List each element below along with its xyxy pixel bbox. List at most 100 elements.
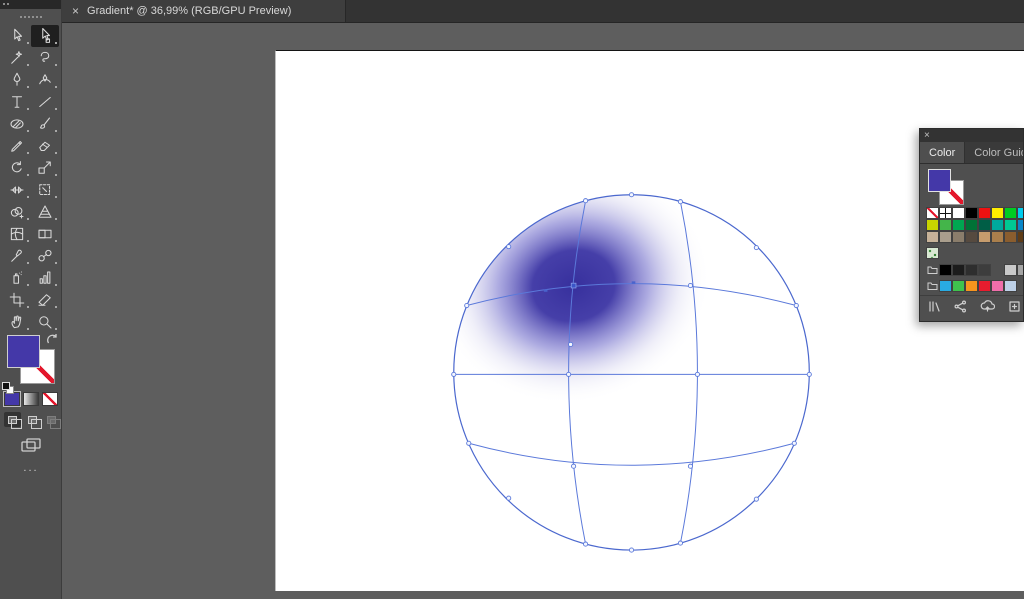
swatch-color[interactable]	[978, 280, 991, 292]
swatch-color[interactable]	[1017, 231, 1024, 243]
tab-color[interactable]: Color	[920, 142, 965, 163]
swatch-color[interactable]	[939, 280, 952, 292]
swatch-color[interactable]	[952, 264, 965, 276]
swatch-color[interactable]	[965, 207, 978, 219]
swatch-color[interactable]	[991, 219, 1004, 231]
swatch-color[interactable]	[991, 280, 1004, 292]
swatch-color[interactable]	[991, 207, 1004, 219]
shaper-tool[interactable]	[3, 135, 31, 157]
draw-inside-button[interactable]	[43, 412, 60, 427]
swatch-color[interactable]	[926, 231, 939, 243]
swatch-color[interactable]	[965, 280, 978, 292]
panel-footer	[920, 295, 1023, 321]
blend-tool[interactable]	[31, 245, 59, 267]
symbol-sprayer-tool[interactable]	[3, 267, 31, 289]
gradient-mode-button[interactable]	[23, 392, 39, 406]
close-tab-icon[interactable]: ×	[72, 5, 79, 17]
swatch-color[interactable]	[965, 231, 978, 243]
swatch-color[interactable]	[939, 231, 952, 243]
width-tool[interactable]	[3, 179, 31, 201]
tab-color-guide[interactable]: Color Guide	[965, 142, 1024, 163]
pen-tool[interactable]	[3, 69, 31, 91]
swatch-color[interactable]	[952, 280, 965, 292]
draw-behind-button[interactable]	[24, 412, 41, 427]
toolbar-dock-strip[interactable]	[0, 0, 61, 9]
add-to-library-icon[interactable]	[980, 300, 995, 318]
shape-builder-tool[interactable]	[3, 201, 31, 223]
swatch-color[interactable]	[991, 231, 1004, 243]
selection-tool[interactable]	[3, 25, 31, 47]
curvature-tool[interactable]	[31, 69, 59, 91]
swatches-panel: × Color Color Guide	[919, 128, 1024, 322]
rotate-tool[interactable]	[3, 157, 31, 179]
edit-toolbar-button[interactable]: ...	[0, 462, 62, 474]
swatch-color[interactable]	[965, 219, 978, 231]
line-segment-tool[interactable]	[31, 91, 59, 113]
color-group-folder-icon[interactable]	[926, 264, 939, 276]
gradient-tool[interactable]	[31, 223, 59, 245]
document-tab-title: Gradient* @ 36,99% (RGB/GPU Preview)	[87, 5, 291, 17]
slice-tool[interactable]	[31, 289, 59, 311]
swatch-color[interactable]	[926, 219, 939, 231]
panel-fill-swatch[interactable]	[928, 169, 951, 192]
swatch-color[interactable]	[1004, 207, 1017, 219]
swap-fill-stroke-icon[interactable]	[46, 333, 59, 346]
drawing-mode-buttons	[4, 412, 60, 427]
swatch-color[interactable]	[1004, 219, 1017, 231]
none-mode-button[interactable]	[42, 392, 58, 406]
paintbrush-tool[interactable]	[31, 113, 59, 135]
ellipse-tool[interactable]	[3, 113, 31, 135]
panel-fill-stroke-proxy	[920, 164, 1023, 206]
document-tab-bar: × Gradient* @ 36,99% (RGB/GPU Preview)	[62, 0, 1024, 23]
artboard[interactable]	[275, 50, 1024, 591]
perspective-grid-tool[interactable]	[31, 201, 59, 223]
color-group-folder-icon[interactable]	[926, 280, 939, 292]
swatch-color[interactable]	[1004, 231, 1017, 243]
swatch-color[interactable]	[978, 231, 991, 243]
draw-normal-button[interactable]	[4, 412, 21, 427]
change-screen-mode-icon[interactable]	[0, 437, 62, 454]
magic-wand-tool[interactable]	[3, 47, 31, 69]
lasso-tool[interactable]	[31, 47, 59, 69]
zoom-tool[interactable]	[31, 311, 59, 333]
type-tool[interactable]	[3, 91, 31, 113]
swatch-kinds-menu-icon[interactable]	[954, 300, 967, 318]
swatch-color[interactable]	[1004, 280, 1017, 292]
mesh-tool[interactable]	[3, 223, 31, 245]
eraser-tool[interactable]	[31, 135, 59, 157]
default-fill-stroke-icon[interactable]	[2, 382, 15, 395]
swatch-color[interactable]	[965, 264, 978, 276]
swatch-row	[926, 231, 1024, 243]
swatch-color[interactable]	[1004, 264, 1017, 276]
gradient-mesh-sphere[interactable]	[276, 51, 1024, 591]
swatch-color[interactable]	[952, 219, 965, 231]
swatch-color[interactable]	[952, 207, 965, 219]
swatch-color[interactable]	[939, 219, 952, 231]
pasteboard[interactable]	[63, 23, 1024, 599]
swatch-color[interactable]	[1017, 264, 1024, 276]
swatch-row	[926, 207, 1024, 219]
swatch-color[interactable]	[939, 264, 952, 276]
swatch-color[interactable]	[1017, 219, 1024, 231]
scale-tool[interactable]	[31, 157, 59, 179]
swatch-color[interactable]	[1017, 207, 1024, 219]
eyedropper-tool[interactable]	[3, 245, 31, 267]
swatch-color[interactable]	[978, 207, 991, 219]
direct-selection-tool[interactable]	[31, 25, 59, 47]
column-graph-tool[interactable]	[31, 267, 59, 289]
close-panel-icon[interactable]: ×	[924, 131, 930, 141]
swatch-registration[interactable]	[939, 207, 952, 219]
swatch-color[interactable]	[978, 264, 991, 276]
swatch-none[interactable]	[926, 207, 939, 219]
free-transform-tool[interactable]	[31, 179, 59, 201]
document-tab[interactable]: × Gradient* @ 36,99% (RGB/GPU Preview)	[62, 0, 346, 22]
artboard-tool[interactable]	[3, 289, 31, 311]
toolbar-drag-grip[interactable]	[0, 9, 61, 24]
swatch-color[interactable]	[952, 231, 965, 243]
swatch-color[interactable]	[978, 219, 991, 231]
fill-color-swatch[interactable]	[7, 335, 40, 368]
hand-tool[interactable]	[3, 311, 31, 333]
new-swatch-icon[interactable]	[1008, 300, 1021, 318]
swatch-libraries-menu-icon[interactable]	[928, 300, 941, 318]
swatch-pattern[interactable]	[926, 247, 939, 259]
